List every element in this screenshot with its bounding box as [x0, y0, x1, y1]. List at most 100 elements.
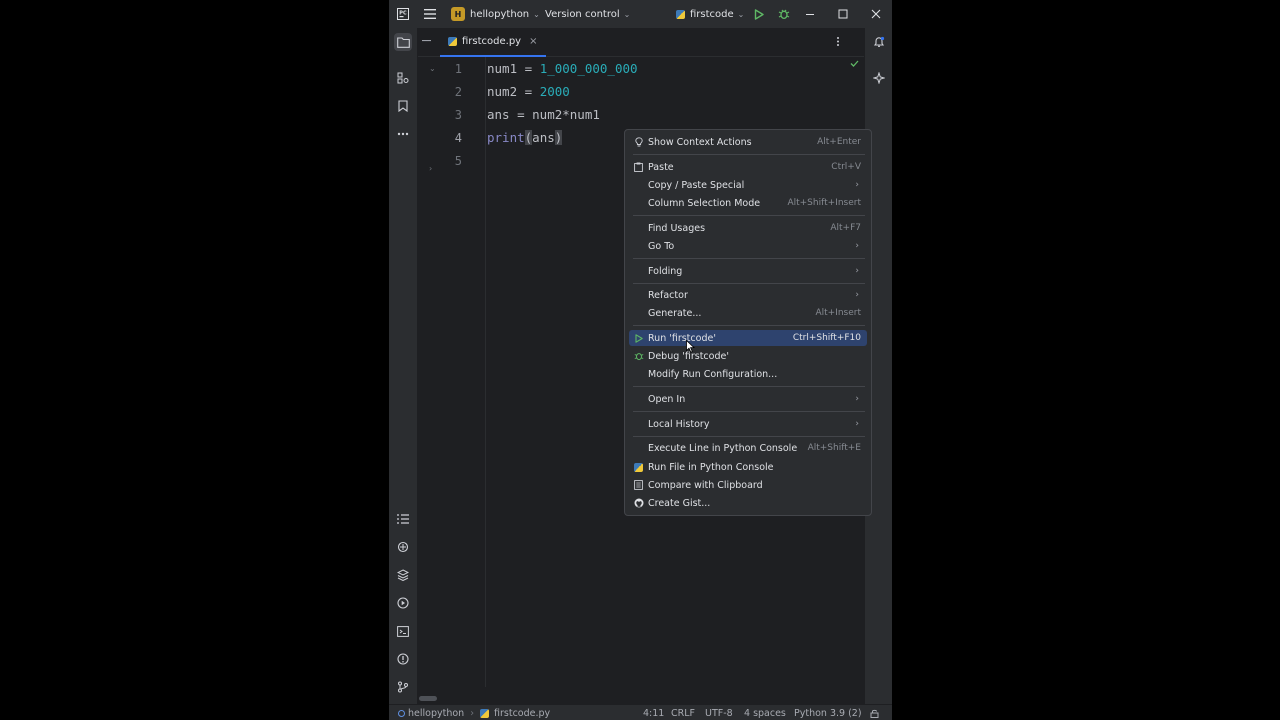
fold-arrow-icon[interactable]: › — [429, 164, 432, 173]
menu-separator — [633, 436, 865, 437]
left-toolbar — [389, 28, 418, 704]
code-text: num1 = — [487, 61, 540, 76]
menu-item-folding[interactable]: Folding › — [629, 263, 867, 279]
notifications-button[interactable] — [870, 33, 888, 51]
project-name: hellopython — [470, 8, 530, 20]
git-tool-button[interactable] — [394, 678, 412, 696]
tab-options-icon[interactable] — [836, 36, 840, 47]
lightbulb-icon — [633, 137, 644, 148]
project-tool-button[interactable] — [394, 33, 412, 51]
menu-item-shortcut: Alt+Insert — [815, 308, 861, 318]
structure-icon — [397, 72, 409, 84]
submenu-arrow-icon: › — [855, 419, 859, 429]
paste-icon — [633, 162, 644, 173]
menu-item-find-usages[interactable]: Find Usages Alt+F7 — [629, 220, 867, 236]
tab-close-icon[interactable]: × — [529, 36, 537, 47]
maximize-icon — [838, 9, 848, 19]
caret-position[interactable]: 4:11 — [643, 705, 664, 720]
vcs-widget[interactable]: Version control ⌄ — [545, 0, 630, 28]
code-text: num2 = — [487, 84, 540, 99]
menu-separator — [633, 411, 865, 412]
structure-tool-button[interactable] — [394, 69, 412, 87]
code-line[interactable]: print(ans) — [487, 130, 563, 145]
menu-item-copy-paste-special[interactable]: Copy / Paste Special › — [629, 177, 867, 193]
bug-icon — [778, 9, 790, 20]
minimize-button[interactable] — [805, 0, 815, 28]
maximize-button[interactable] — [838, 0, 848, 28]
chevron-down-icon: ⌄ — [623, 9, 631, 19]
warning-circle-icon — [397, 653, 409, 665]
editor-tab-bar: firstcode.py × — [418, 28, 864, 57]
services-tool-button[interactable] — [394, 594, 412, 612]
menu-item-local-history[interactable]: Local History › — [629, 416, 867, 432]
menu-item-generate[interactable]: Generate... Alt+Insert — [629, 305, 867, 321]
debug-button[interactable] — [778, 0, 790, 28]
menu-item-shortcut: Alt+Shift+E — [807, 443, 861, 453]
menu-item-column-selection-mode[interactable]: Column Selection Mode Alt+Shift+Insert — [629, 195, 867, 211]
module-icon — [398, 709, 405, 717]
code-line[interactable]: ans = num2*num1 — [487, 107, 600, 122]
code-text: ans = num2*num1 — [487, 107, 600, 122]
file-encoding[interactable]: UTF-8 — [705, 705, 733, 720]
menu-item-compare-with-clipboard[interactable]: Compare with Clipboard — [629, 477, 867, 493]
fold-arrow-icon[interactable]: ⌄ — [429, 64, 436, 73]
line-number: 2 — [454, 85, 462, 99]
readonly-lock-icon[interactable] — [870, 705, 879, 720]
menu-item-paste[interactable]: Paste Ctrl+V — [629, 159, 867, 175]
tab-firstcode[interactable]: firstcode.py × — [440, 28, 546, 57]
menu-item-modify-run-configuration[interactable]: Modify Run Configuration... — [629, 366, 867, 382]
menu-separator — [633, 386, 865, 387]
todo-tool-button[interactable] — [394, 510, 412, 528]
problems-tool-button[interactable] — [394, 650, 412, 668]
python-packages-icon — [397, 541, 409, 553]
menu-item-run-firstcode[interactable]: Run 'firstcode' Ctrl+Shift+F10 — [629, 330, 867, 346]
collapse-icon[interactable] — [422, 36, 431, 45]
main-menu-button[interactable] — [424, 0, 436, 28]
menu-item-create-gist[interactable]: Create Gist... — [629, 495, 867, 511]
project-switcher[interactable]: H hellopython ⌄ — [451, 0, 540, 28]
menu-item-refactor[interactable]: Refactor › — [629, 287, 867, 303]
python-interpreter[interactable]: Python 3.9 (2) — [794, 705, 862, 720]
hamburger-icon — [424, 9, 436, 19]
menu-item-show-context-actions[interactable]: Show Context Actions Alt+Enter — [629, 134, 867, 150]
svg-text:PC: PC — [399, 11, 407, 17]
code-paren: ) — [554, 130, 563, 145]
minimize-icon — [806, 14, 814, 15]
run-icon — [754, 8, 764, 20]
bookmarks-tool-button[interactable] — [394, 97, 412, 115]
submenu-arrow-icon: › — [855, 290, 859, 300]
line-ending[interactable]: CRLF — [671, 705, 695, 720]
layers-tool-button[interactable] — [394, 566, 412, 584]
submenu-arrow-icon: › — [855, 180, 859, 190]
menu-item-execute-line-in-console[interactable]: Execute Line in Python Console Alt+Shift… — [629, 440, 867, 456]
menu-item-label: Generate... — [648, 307, 702, 319]
run-config-selector[interactable]: firstcode ⌄ — [676, 0, 744, 28]
indent-setting[interactable]: 4 spaces — [744, 705, 786, 720]
run-button[interactable] — [754, 0, 764, 28]
horizontal-scrollbar[interactable] — [419, 696, 437, 701]
mouse-cursor-icon — [686, 340, 695, 353]
breadcrumb[interactable]: hellopython › firstcode.py — [398, 705, 550, 720]
code-line[interactable]: num2 = 2000 — [487, 84, 570, 99]
more-icon — [397, 132, 409, 136]
python-packages-button[interactable] — [394, 538, 412, 556]
menu-separator — [633, 283, 865, 284]
more-tools-button[interactable] — [394, 125, 412, 143]
menu-item-run-file-in-console[interactable]: Run File in Python Console — [629, 459, 867, 475]
menu-item-go-to[interactable]: Go To › — [629, 238, 867, 254]
menu-item-debug-firstcode[interactable]: Debug 'firstcode' — [629, 348, 867, 364]
menu-item-open-in[interactable]: Open In › — [629, 391, 867, 407]
menu-separator — [633, 215, 865, 216]
app-logo-icon[interactable]: PC — [397, 0, 409, 28]
editor-context-menu: Show Context Actions Alt+Enter Paste Ctr… — [624, 129, 872, 516]
inspection-ok-icon[interactable] — [850, 60, 859, 67]
project-badge: H — [451, 7, 465, 21]
code-line[interactable]: num1 = 1_000_000_000 — [487, 61, 638, 76]
terminal-tool-button[interactable] — [394, 622, 412, 640]
menu-item-shortcut: Ctrl+Shift+F10 — [792, 333, 861, 343]
close-window-button[interactable] — [871, 0, 881, 28]
ai-assistant-button[interactable] — [870, 69, 888, 87]
menu-item-label: Folding — [648, 265, 683, 277]
folder-icon — [396, 36, 410, 48]
submenu-arrow-icon: › — [855, 266, 859, 276]
